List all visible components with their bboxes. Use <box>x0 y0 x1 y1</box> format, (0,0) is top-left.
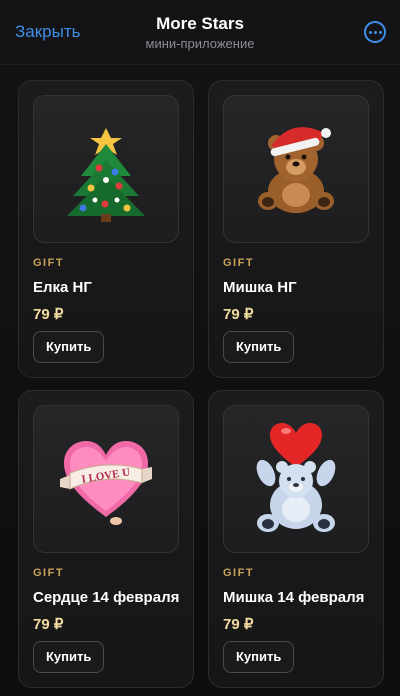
more-options-icon[interactable] <box>364 21 386 43</box>
buy-button[interactable]: Купить <box>223 331 295 363</box>
buy-button[interactable]: Купить <box>33 331 105 363</box>
product-name: Елка НГ <box>33 279 92 296</box>
christmas-tree-icon <box>67 128 145 222</box>
product-price: 79 ₽ <box>33 616 64 633</box>
title-block: More Stars мини-приложение <box>0 14 400 52</box>
product-kind-label: GIFT <box>33 567 65 579</box>
product-price: 79 ₽ <box>223 306 254 323</box>
app-header: Закрыть More Stars мини-приложение <box>0 0 400 65</box>
love-heart-banner-icon: I LOVE U <box>60 441 152 525</box>
app-subtitle: мини-приложение <box>145 36 255 51</box>
product-price: 79 ₽ <box>223 616 254 633</box>
product-price: 79 ₽ <box>33 306 64 323</box>
product-card[interactable]: GIFT Елка НГ 79 ₽ Купить <box>18 80 194 378</box>
product-image: I LOVE U <box>33 405 179 553</box>
product-name: Мишка 14 февраля <box>223 589 365 606</box>
product-image <box>33 95 179 243</box>
app-title: More Stars <box>156 14 244 33</box>
bear-with-heart-icon <box>256 423 336 532</box>
product-kind-label: GIFT <box>33 257 65 269</box>
product-image <box>223 405 369 553</box>
teddy-bear-santa-hat-icon <box>258 127 334 213</box>
product-kind-label: GIFT <box>223 567 255 579</box>
product-card[interactable]: GIFT Мишка 14 февраля 79 ₽ Купить <box>208 390 384 688</box>
product-card[interactable]: GIFT Мишка НГ 79 ₽ Купить <box>208 80 384 378</box>
product-image <box>223 95 369 243</box>
product-grid: GIFT Елка НГ 79 ₽ Купить GIFT Мишка НГ 7… <box>18 80 384 688</box>
mini-app-screen: Закрыть More Stars мини-приложение GIFT … <box>0 0 400 696</box>
buy-button[interactable]: Купить <box>33 641 105 673</box>
buy-button[interactable]: Купить <box>223 641 295 673</box>
product-name: Сердце 14 февраля <box>33 589 180 606</box>
product-card[interactable]: I LOVE U GIFT Сердце 14 февраля 79 ₽ Куп… <box>18 390 194 688</box>
product-kind-label: GIFT <box>223 257 255 269</box>
product-name: Мишка НГ <box>223 279 297 296</box>
